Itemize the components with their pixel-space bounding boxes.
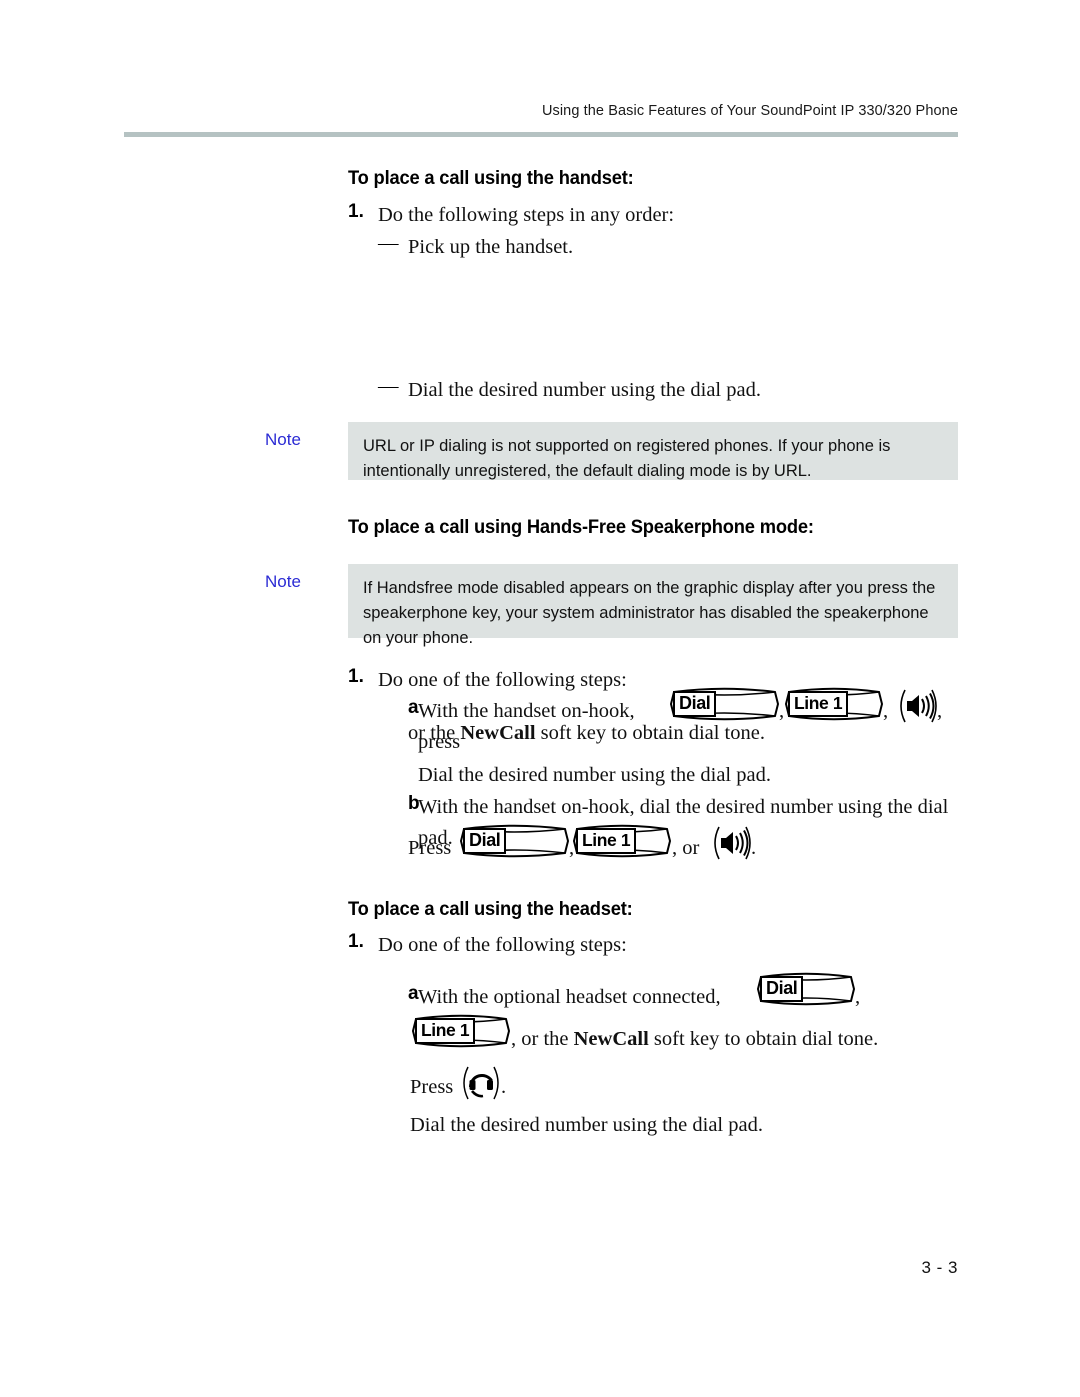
- newcall-pre: or the: [408, 722, 461, 744]
- softkey-line1-label: Line 1: [415, 1018, 476, 1044]
- softkey-line1-speaker-b[interactable]: Line 1: [571, 822, 673, 860]
- section-heading-speakerphone: To place a call using Hands-Free Speaker…: [348, 516, 814, 538]
- step-text-headset-a-line2: , or the NewCall soft key to obtain dial…: [511, 1024, 931, 1055]
- bullet-text-pick-up-handset: Pick up the handset.: [408, 236, 574, 258]
- section-heading-handset: To place a call using the handset:: [348, 167, 634, 189]
- step-number-speaker-1: 1.: [348, 666, 364, 687]
- softkey-line1-headset-a[interactable]: Line 1: [410, 1012, 512, 1050]
- newcall-softkey-name: NewCall: [573, 1028, 649, 1050]
- step-text-headset-1: Do one of the following steps:: [378, 934, 627, 956]
- punct-headset-press-period: .: [501, 1076, 507, 1098]
- page-number: 3 - 3: [921, 1258, 958, 1277]
- note-box-2: If Handsfree mode disabled appears on th…: [348, 564, 958, 647]
- note-box-1: URL or IP dialing is not supported on re…: [348, 422, 958, 480]
- bullet-text-dial-number: Dial the desired number using the dial p…: [408, 379, 761, 401]
- speakerphone-icon[interactable]: [710, 824, 754, 862]
- newcall-softkey-name: NewCall: [460, 722, 536, 744]
- note-label-2: Note: [265, 572, 301, 591]
- bullet-dash-1: —: [378, 232, 399, 254]
- step-text-handset-1: Do the following steps in any order:: [378, 204, 675, 226]
- newcall-post: soft key to obtain dial tone.: [648, 1028, 879, 1050]
- softkey-dial-label: Dial: [760, 976, 804, 1002]
- softkey-dial-label: Dial: [463, 828, 507, 854]
- running-header-title: Using the Basic Features of Your SoundPo…: [541, 103, 958, 119]
- note-label-1: Note: [265, 430, 301, 449]
- section-heading-headset: To place a call using the headset:: [348, 898, 633, 920]
- step-letter-headset-a: a: [408, 983, 419, 1004]
- header-rule: [124, 132, 958, 137]
- newcall-post: soft key to obtain dial tone.: [535, 722, 765, 744]
- softkey-dial-label: Dial: [673, 691, 717, 717]
- press-label-speaker-b: Press: [408, 837, 452, 859]
- step-text-headset-last-line: Dial the desired number using the dial p…: [410, 1114, 763, 1136]
- step-number-handset-1: 1.: [348, 201, 364, 222]
- newcall-pre: , or the: [511, 1028, 574, 1050]
- step-letter-speaker-a: a: [408, 697, 419, 718]
- softkey-dial-headset-a[interactable]: Dial: [755, 970, 857, 1008]
- step-text-speaker-a-line2: or the NewCall soft key to obtain dial t…: [408, 718, 968, 749]
- punct-headset-a-comma: ,: [855, 986, 861, 1008]
- document-page: Using the Basic Features of Your SoundPo…: [0, 0, 1080, 1397]
- softkey-dial-speaker-b[interactable]: Dial: [458, 822, 571, 860]
- softkey-line1-label: Line 1: [788, 691, 849, 717]
- bullet-dash-2: —: [378, 375, 399, 397]
- press-label-headset: Press: [410, 1076, 454, 1098]
- step-text-speaker-a-line3: Dial the desired number using the dial p…: [418, 764, 771, 786]
- step-number-headset-1: 1.: [348, 931, 364, 952]
- softkey-line1-label: Line 1: [576, 828, 637, 854]
- headset-icon[interactable]: [459, 1063, 503, 1103]
- punct-speaker-b-or: , or: [672, 837, 700, 859]
- punct-speaker-b-period: .: [751, 837, 757, 859]
